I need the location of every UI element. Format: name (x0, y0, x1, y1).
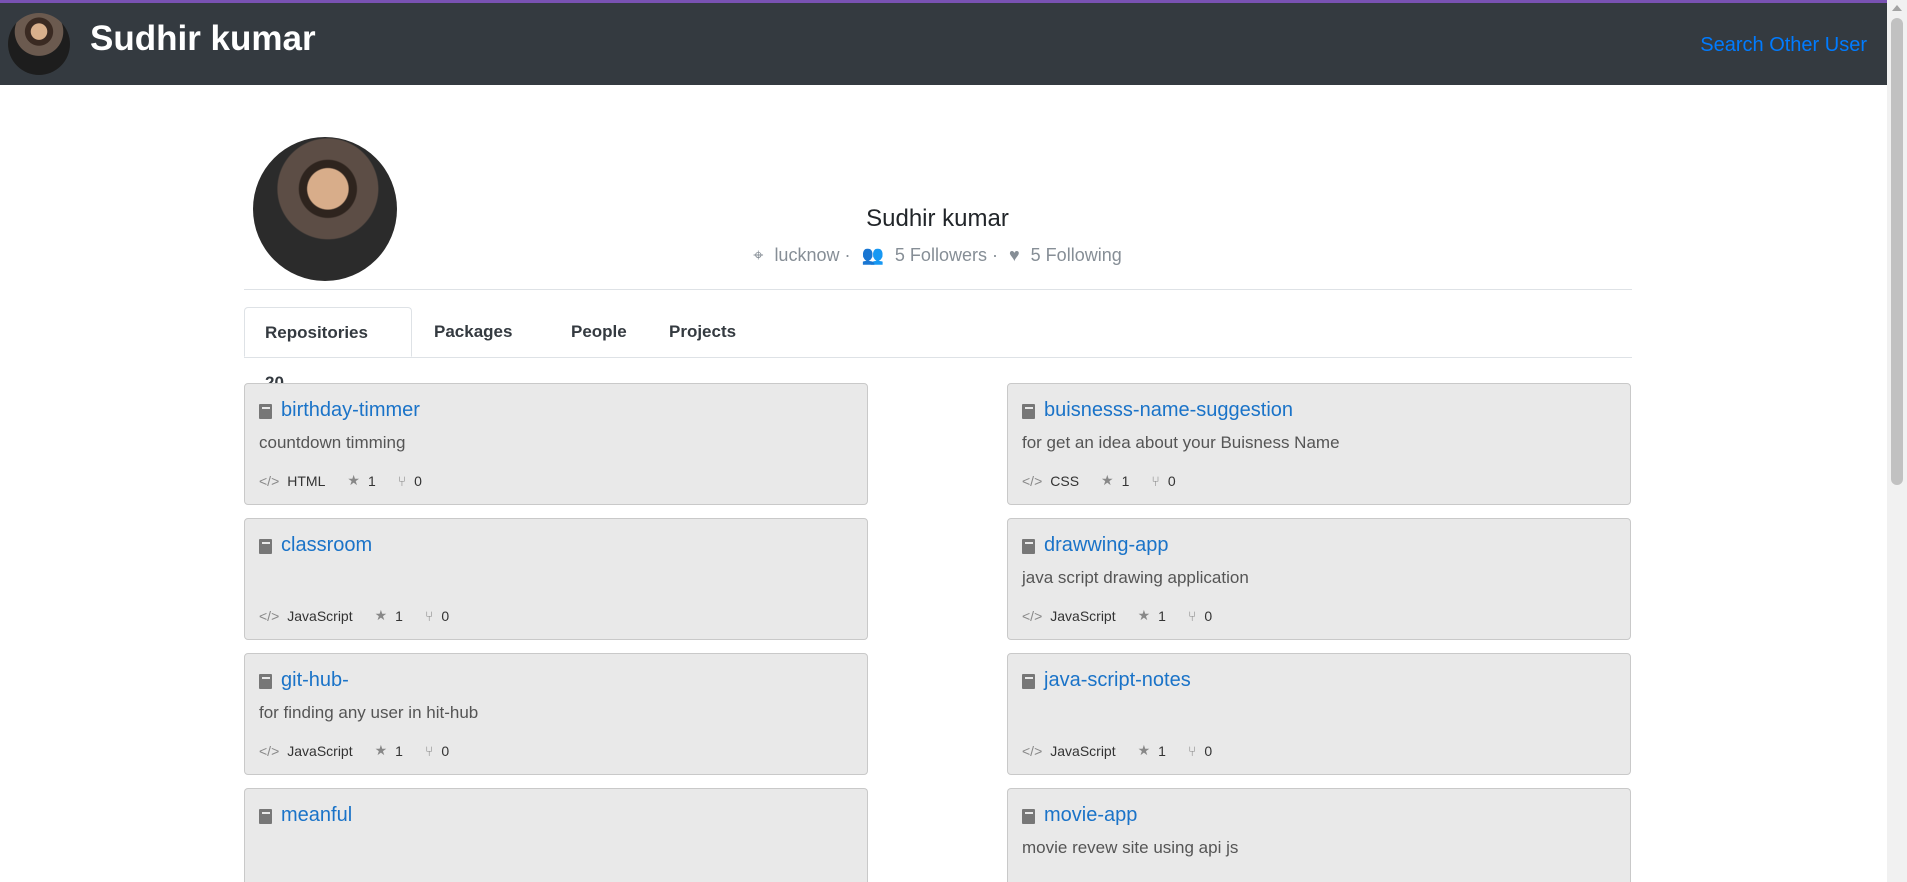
repo-card: birthday-timmer countdown timming </> HT… (244, 383, 868, 505)
repo-description: java script drawing application (1022, 568, 1249, 587)
tab-projects[interactable]: Projects (649, 307, 756, 357)
repo-forks: 0 (1167, 472, 1176, 489)
search-other-user-link[interactable]: Search Other User (1700, 34, 1867, 57)
repo-stats: </> CSS ★ 1 ⑂ 0 (1022, 472, 1176, 489)
code-icon: </> (1022, 607, 1043, 624)
star-icon: ★ (374, 607, 388, 623)
fork-icon: ⑂ (424, 742, 434, 759)
code-icon: </> (259, 742, 280, 759)
repo-link[interactable]: classroom (281, 534, 372, 557)
repo-stats: </> JavaScript ★ 1 ⑂ 0 (259, 742, 449, 759)
repo-link[interactable]: drawwing-app (1044, 534, 1169, 557)
book-icon (259, 539, 272, 554)
book-icon (1022, 809, 1035, 824)
repo-forks: 0 (441, 742, 450, 759)
repo-language: JavaScript (1050, 607, 1116, 624)
book-icon (1022, 539, 1035, 554)
repo-language: CSS (1050, 472, 1080, 489)
star-icon: ★ (374, 742, 388, 758)
repo-forks: 0 (1204, 742, 1213, 759)
repo-stars: 1 (1158, 607, 1166, 624)
star-icon: ★ (1137, 742, 1151, 758)
top-navbar: Sudhir kumar Search Other User (0, 0, 1887, 85)
following-text: 5 Following (1030, 245, 1122, 265)
followers-text: 5 Followers · (894, 245, 998, 265)
book-icon (259, 809, 272, 824)
fork-icon: ⑂ (1187, 607, 1197, 624)
book-icon (259, 404, 272, 419)
code-icon: </> (259, 472, 280, 489)
code-icon: </> (1022, 472, 1043, 489)
repo-stars: 1 (395, 607, 403, 624)
fork-icon: ⑂ (1187, 742, 1197, 759)
repo-language: HTML (287, 472, 326, 489)
header-avatar (8, 13, 70, 75)
fork-icon: ⑂ (424, 607, 434, 624)
repo-forks: 0 (414, 472, 422, 489)
fork-icon: ⑂ (397, 472, 407, 489)
repo-language: JavaScript (1050, 742, 1116, 759)
repo-card: classroom </> JavaScript ★ 1 ⑂ 0 (244, 518, 868, 640)
repo-card: drawwing-app java script drawing applica… (1007, 518, 1631, 640)
repo-link[interactable]: movie-app (1044, 804, 1137, 827)
tab-repositories[interactable]: Repositories 20 (244, 307, 412, 392)
repo-link[interactable]: git-hub- (281, 669, 349, 692)
repo-link[interactable]: java-script-notes (1044, 669, 1191, 692)
scroll-up-icon[interactable] (1892, 5, 1902, 11)
repo-stats: </> JavaScript ★ 1 ⑂ 0 (259, 607, 449, 624)
brand-title: Sudhir kumar (90, 19, 316, 58)
book-icon (259, 674, 272, 689)
repo-stars: 1 (367, 472, 376, 489)
users-icon: 👥 (861, 245, 884, 265)
repo-stats: </> HTML ★ 1 ⑂ 0 (259, 472, 422, 489)
fork-icon: ⑂ (1151, 472, 1160, 489)
repo-link[interactable]: buisnesss-name-suggestion (1044, 399, 1293, 422)
book-icon (1022, 404, 1035, 419)
repo-stats: </> JavaScript ★ 1 ⑂ 0 (1022, 742, 1212, 759)
scroll-thumb[interactable] (1891, 18, 1903, 485)
repo-card: meanful (244, 788, 868, 882)
repo-stars: 1 (395, 742, 403, 759)
repo-stats: </> JavaScript ★ 1 ⑂ 0 (1022, 607, 1212, 624)
repo-description: for finding any user in hit-hub (259, 703, 479, 722)
repo-description: for get an idea about your Buisness Name (1022, 433, 1340, 452)
repo-link[interactable]: meanful (281, 804, 352, 827)
tab-people[interactable]: People (551, 307, 647, 357)
profile-name: Sudhir kumar (866, 205, 1009, 232)
vertical-scrollbar[interactable] (1887, 0, 1907, 882)
repo-stars: 1 (1121, 472, 1130, 489)
location-text: lucknow · (774, 245, 851, 265)
profile-divider (244, 289, 1632, 290)
code-icon: </> (1022, 742, 1043, 759)
code-icon: </> (259, 607, 280, 624)
repo-card: buisnesss-name-suggestion for get an ide… (1007, 383, 1631, 505)
repo-stars: 1 (1158, 742, 1166, 759)
repo-language: JavaScript (287, 742, 353, 759)
repo-description: movie revew site using api js (1022, 838, 1239, 857)
heart-icon: ♥ (1008, 245, 1020, 265)
repo-tabs: Repositories 20 Packages People Projects (244, 307, 1632, 392)
repo-link[interactable]: birthday-timmer (281, 399, 420, 422)
star-icon: ★ (347, 472, 360, 488)
star-icon: ★ (1137, 607, 1151, 623)
repo-card: git-hub- for finding any user in hit-hub… (244, 653, 868, 775)
map-marker-icon: ⌖ (753, 245, 764, 265)
repo-language: JavaScript (287, 607, 353, 624)
repo-forks: 0 (1204, 607, 1213, 624)
repo-card: java-script-notes </> JavaScript ★ 1 ⑂ 0 (1007, 653, 1631, 775)
repo-forks: 0 (441, 607, 450, 624)
tab-packages[interactable]: Packages (414, 307, 532, 357)
book-icon (1022, 674, 1035, 689)
repo-description: countdown timming (259, 433, 406, 452)
star-icon: ★ (1101, 472, 1114, 488)
profile-meta: ⌖ lucknow · 👥 5 Followers · ♥ 5 Followin… (0, 245, 1875, 266)
repo-card: movie-app movie revew site using api js (1007, 788, 1631, 882)
